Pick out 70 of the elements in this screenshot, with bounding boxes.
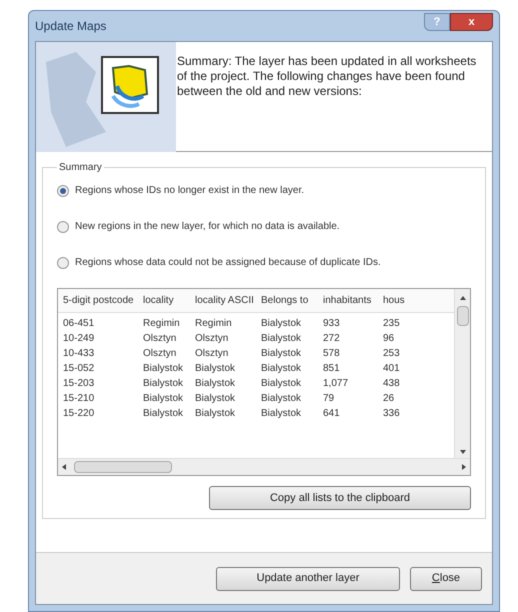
table-cell-text: 336 [382, 407, 401, 421]
summary-message: Summary: The layer has been updated in all worksheets of the project. The following changes have been found between the old and new versions: [177, 54, 477, 100]
table-cell-text: Bialystok [260, 392, 302, 406]
close-dialog-button[interactable]: Close [410, 566, 482, 590]
map-layers-icon [101, 56, 159, 114]
table-cell-text: Bialystok [260, 347, 302, 361]
table-cell-text: Bialystok [194, 377, 236, 391]
table-cell-text: Olsztyn [142, 332, 178, 346]
vertical-scrollbar[interactable] [454, 289, 470, 460]
table-cell-text: 641 [322, 407, 341, 421]
table-cell-text: Bialystok [142, 362, 184, 376]
scroll-thumb[interactable] [74, 461, 172, 473]
scroll-thumb[interactable] [456, 306, 468, 326]
table-cell-text: Regimin [194, 317, 233, 331]
table-cell-text: Bialystok [142, 392, 184, 406]
table-cell-text: 10-433 [62, 347, 96, 361]
table-cell-text: Bialystok [194, 392, 236, 406]
column-header[interactable]: hous [378, 293, 406, 308]
table-cell-text: 15-210 [62, 392, 96, 406]
window-close-button[interactable]: x [450, 13, 493, 31]
table-cell-text: 15-220 [62, 407, 96, 421]
column-header[interactable]: Belongs to [256, 293, 318, 308]
scroll-right-icon[interactable] [462, 464, 466, 470]
column-header[interactable]: inhabitants [318, 293, 378, 308]
table-cell-text: 26 [382, 392, 396, 406]
table-cell-text: Olsztyn [194, 332, 230, 346]
table-cell-text: 06-451 [62, 317, 96, 331]
table-cell-text: Olsztyn [194, 347, 230, 361]
radio-button[interactable] [57, 256, 69, 268]
table-cell-text: 15-052 [62, 362, 96, 376]
table-cell-text: 1,077 [322, 377, 350, 391]
table-cell-text: 79 [322, 392, 336, 406]
table-cell-text: Olsztyn [142, 347, 178, 361]
table-cell-text: Bialystok [260, 317, 302, 331]
table-cell-text: 578 [322, 347, 341, 361]
radio-button[interactable] [57, 184, 69, 196]
table-cell-text: 851 [322, 362, 341, 376]
table-cell-text: 96 [382, 332, 396, 346]
table-cell-text: Bialystok [142, 407, 184, 421]
column-header[interactable]: 5-digit postcode [58, 293, 138, 308]
column-header[interactable]: locality ASCII [190, 293, 256, 308]
table-cell-text: Bialystok [194, 407, 236, 421]
copy-button[interactable]: Copy all lists to the clipboard [209, 486, 471, 510]
group-title: Summary [58, 161, 103, 175]
table-cell-text: Regimin [142, 317, 181, 331]
column-header[interactable]: locality [138, 293, 190, 308]
table-cell-text: Bialystok [142, 377, 184, 391]
table-cell-text: 10-249 [62, 332, 96, 346]
table-cell-text: 15-203 [62, 377, 96, 391]
table-cell-text: 438 [382, 377, 401, 391]
table-cell-text: 253 [382, 347, 401, 361]
window-title: Update Maps [35, 18, 108, 35]
radio-button[interactable] [57, 220, 69, 232]
table-cell-text: Bialystok [260, 407, 302, 421]
horizontal-scrollbar[interactable] [58, 458, 470, 475]
update-layer-button[interactable]: Update another layer [216, 566, 400, 590]
radio-label[interactable]: New regions in the new layer, for which no data is available. [75, 219, 340, 234]
scroll-down-icon[interactable] [460, 450, 466, 454]
table-cell-text: Bialystok [260, 332, 302, 346]
scroll-up-icon[interactable] [460, 296, 466, 300]
radio-label[interactable]: Regions whose IDs no longer exist in the new layer. [75, 183, 304, 198]
table-cell-text: 272 [322, 332, 341, 346]
table-cell-text: 401 [382, 362, 401, 376]
table-cell-text: Bialystok [194, 362, 236, 376]
table-cell-text: 933 [322, 317, 341, 331]
table-cell-text: Bialystok [260, 377, 302, 391]
radio-label[interactable]: Regions whose data could not be assigned because of duplicate IDs. [75, 255, 381, 270]
table-cell-text: Bialystok [260, 362, 302, 376]
scroll-left-icon[interactable] [62, 464, 66, 470]
table-cell-text: 235 [382, 317, 401, 331]
